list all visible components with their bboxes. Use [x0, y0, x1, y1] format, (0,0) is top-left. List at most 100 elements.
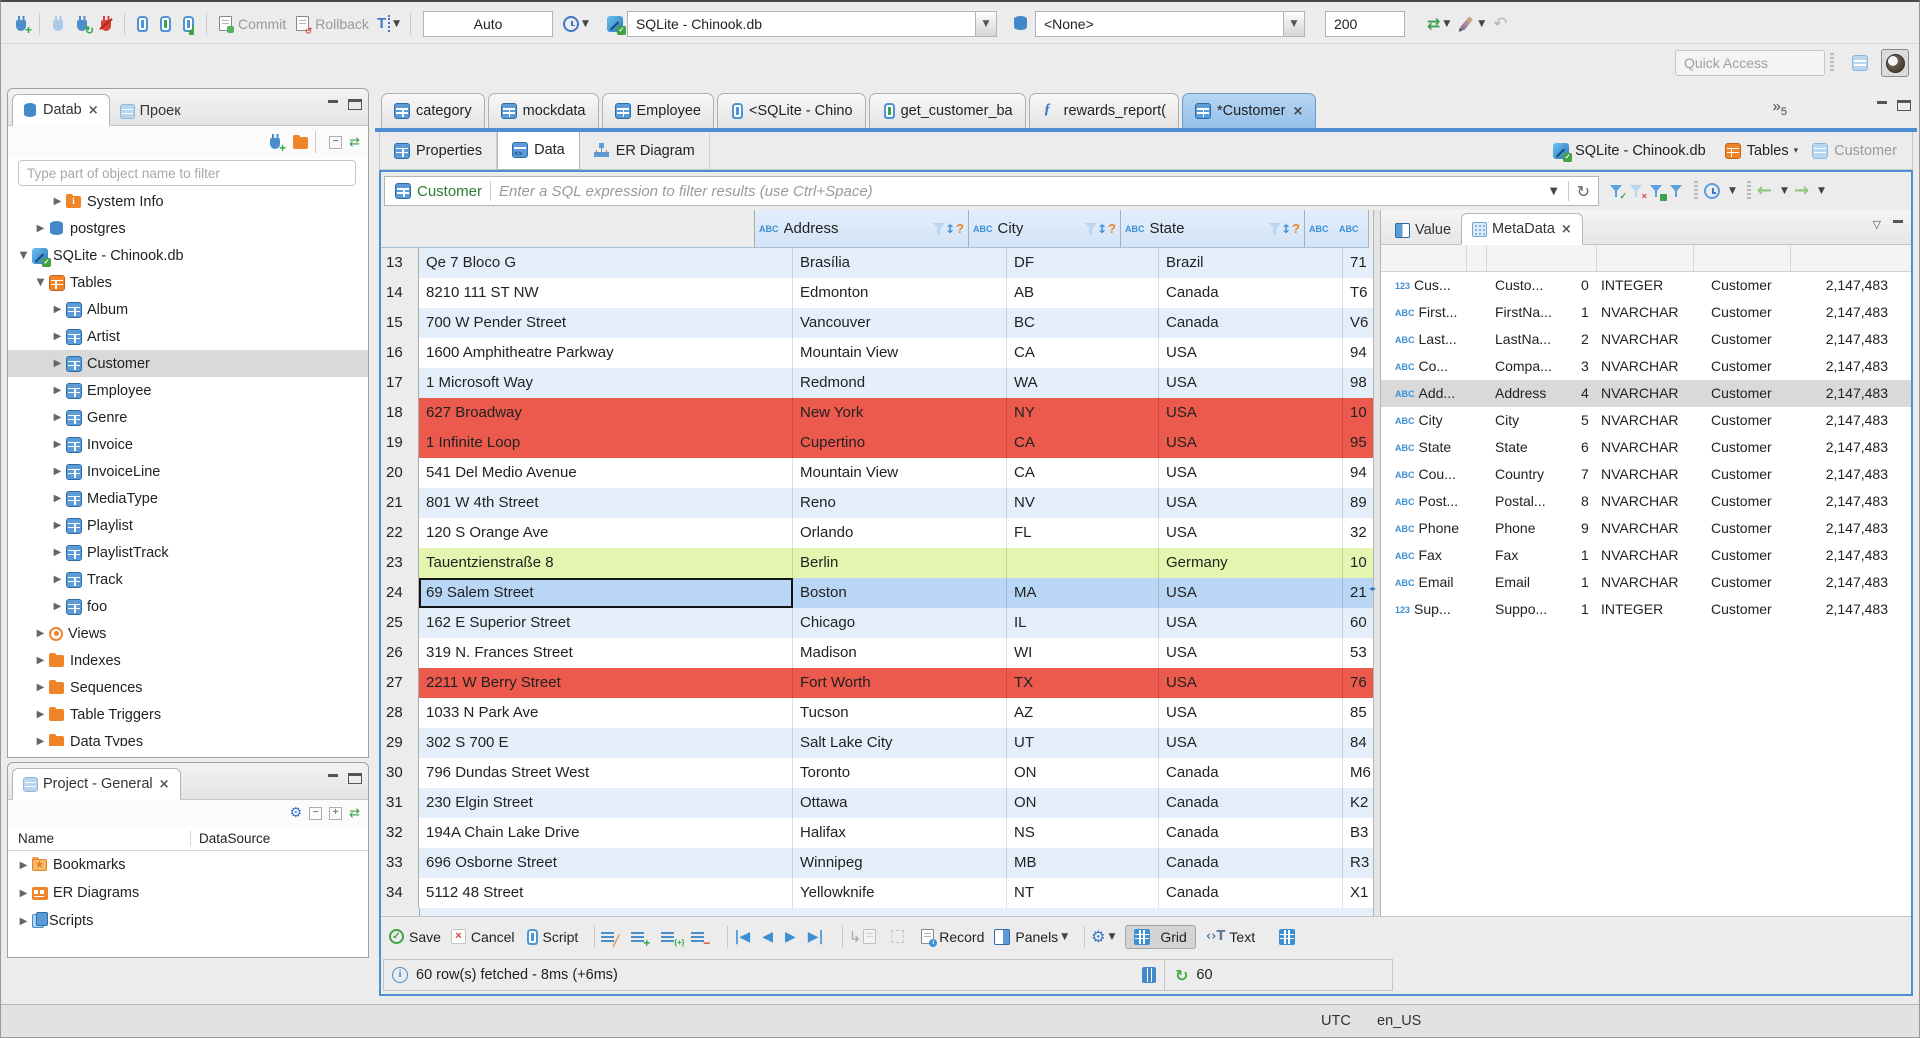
state-cell[interactable]: NT [1007, 878, 1159, 908]
object-filter-input[interactable] [18, 160, 356, 186]
grid-column-header[interactable]: ABC Address ↕? [755, 210, 969, 247]
country-cell[interactable]: USA [1159, 578, 1343, 608]
postal-cell[interactable]: V6 [1343, 308, 1373, 338]
address-cell[interactable]: 230 Elgin Street [419, 788, 793, 818]
row-number-cell[interactable]: 31 [381, 788, 419, 818]
country-cell[interactable]: USA [1159, 338, 1343, 368]
columns-icon[interactable] [1142, 967, 1156, 983]
country-cell[interactable]: USA [1159, 668, 1343, 698]
maximize-icon[interactable] [348, 99, 362, 110]
address-cell[interactable]: 2211 W Berry Street [419, 668, 793, 698]
postal-cell[interactable]: 98 [1343, 368, 1373, 398]
row-number-cell[interactable]: 34 [381, 878, 419, 908]
cancel-button[interactable]: × Cancel [450, 929, 515, 945]
grid-column-header[interactable]: ABC ↕? [1335, 210, 1369, 247]
twisty-icon[interactable]: ▶ [50, 412, 65, 423]
rollback-button[interactable]: Rollback [290, 14, 373, 36]
tree-item[interactable]: ▶ Genre [8, 404, 368, 431]
editor-tab[interactable]: get_customer_ba × [868, 93, 1026, 128]
dbeaver-perspective-button[interactable] [1881, 49, 1909, 77]
fetch-size-input[interactable]: 200 [1324, 10, 1405, 37]
twisty-icon[interactable]: ▶ [50, 574, 65, 585]
postal-cell[interactable]: 95 [1343, 428, 1373, 458]
postal-cell[interactable]: 94 [1343, 458, 1373, 488]
refresh-connection-button[interactable]: ⇄ ▼ [1423, 12, 1454, 35]
dropdown-arrow-icon[interactable]: ▼ [974, 11, 996, 36]
state-cell[interactable]: UT [1007, 728, 1159, 758]
tree-item[interactable]: ▶ Employee [8, 377, 368, 404]
column-filter-sort[interactable]: ↕? [1334, 221, 1335, 236]
link-editor-icon[interactable]: ⇄ [349, 806, 360, 821]
maximize-icon[interactable] [348, 773, 362, 784]
recent-sql-editor-button[interactable] [154, 14, 177, 34]
grid-column-header[interactable]: ABC State ↕? [1121, 210, 1305, 247]
twisty-icon[interactable]: ▶ [33, 682, 48, 693]
postal-cell[interactable]: 32 [1343, 518, 1373, 548]
postal-cell[interactable]: B3 [1343, 818, 1373, 848]
metadata-row[interactable]: ABC Email Email 1 NVARCHAR Customer 2,147… [1381, 569, 1911, 596]
city-cell[interactable]: Madison [793, 638, 1007, 668]
editor-tab[interactable]: mockdata × [487, 93, 599, 128]
twisty-icon[interactable]: ▶ [50, 520, 65, 531]
grid-column-header[interactable]: ABC Country ↕? [1305, 210, 1335, 247]
row-number-cell[interactable]: 28 [381, 698, 419, 728]
country-cell[interactable]: Brazil [1159, 248, 1343, 278]
disconnect-button[interactable] [94, 15, 118, 33]
row-number-cell[interactable]: 27 [381, 668, 419, 698]
twisty-icon[interactable]: ▶ [50, 493, 65, 504]
state-cell[interactable]: NV [1007, 488, 1159, 518]
state-cell[interactable]: AZ [1007, 698, 1159, 728]
next-row-button[interactable]: ▶ [785, 929, 796, 945]
add-row-button[interactable] [631, 929, 651, 948]
country-cell[interactable]: USA [1159, 428, 1343, 458]
close-icon[interactable]: × [1292, 104, 1303, 119]
city-cell[interactable]: Ottawa [793, 788, 1007, 818]
postal-cell[interactable]: 85 [1343, 698, 1373, 728]
row-number-cell[interactable]: 16 [381, 338, 419, 368]
column-filter-sort[interactable]: ↕? [1268, 221, 1300, 236]
timezone-label[interactable]: UTC [1321, 1013, 1351, 1029]
postal-cell[interactable]: 60 [1343, 608, 1373, 638]
address-cell[interactable]: 5112 48 Street [419, 878, 793, 908]
filter-history-arrow-icon[interactable]: ▼ [1550, 186, 1558, 197]
state-cell[interactable]: NS [1007, 818, 1159, 848]
zoom-cell-button[interactable] [891, 930, 909, 943]
country-cell[interactable]: USA [1159, 518, 1343, 548]
expand-all-icon[interactable] [329, 806, 343, 820]
row-number-cell[interactable]: 19 [381, 428, 419, 458]
panels-button[interactable]: Panels ▼ [994, 928, 1068, 945]
twisty-icon[interactable]: ▶ [16, 916, 31, 927]
address-cell[interactable]: 194A Chain Lake Drive [419, 818, 793, 848]
twisty-icon[interactable]: ▶ [50, 304, 65, 315]
city-cell[interactable]: Berlin [793, 548, 1007, 578]
country-cell[interactable]: USA [1159, 368, 1343, 398]
postal-cell[interactable]: 21 [1343, 578, 1373, 608]
schema-selector-combo[interactable]: <None> ▼ [1034, 10, 1305, 37]
address-cell[interactable]: 319 N. Frances Street [419, 638, 793, 668]
city-cell[interactable]: Toronto [793, 758, 1007, 788]
previous-row-button[interactable]: ◀ [762, 929, 773, 945]
edit-cell-button[interactable] [601, 929, 621, 947]
row-number-cell[interactable]: 33 [381, 848, 419, 878]
address-cell[interactable]: 302 S 700 E [419, 728, 793, 758]
view-menu-icon[interactable]: ▽ [1873, 218, 1881, 231]
tree-item[interactable]: ▶ Customer [8, 350, 368, 377]
metadata-column-header[interactable] [1487, 245, 1597, 271]
metadata-row[interactable]: ABC Last... LastNa... 2 NVARCHAR Customer… [1381, 326, 1911, 353]
address-cell[interactable]: 541 Del Medio Avenue [419, 458, 793, 488]
transaction-log-button[interactable]: T ▼ [373, 13, 404, 34]
grid-view-button[interactable]: Grid [1125, 924, 1196, 949]
duplicate-row-button[interactable] [661, 929, 684, 948]
tree-item[interactable]: ▶ PlaylistTrack [8, 539, 368, 566]
undo-button[interactable]: ↶ [1489, 12, 1511, 36]
extra-grid-button[interactable] [1279, 928, 1300, 945]
new-folder-icon[interactable] [293, 135, 309, 151]
postal-cell[interactable]: 53 [1343, 638, 1373, 668]
editor-tab[interactable]: *Customer × [1181, 93, 1317, 128]
tab-value[interactable]: Value [1385, 215, 1461, 245]
postal-cell[interactable]: 10 [1343, 398, 1373, 428]
metadata-row[interactable]: 123 Cus... Custo... 0 INTEGER Customer 2,… [1381, 272, 1911, 299]
address-cell[interactable]: 796 Dundas Street West [419, 758, 793, 788]
transaction-history-button[interactable]: ▼ [559, 14, 593, 34]
address-cell[interactable]: Tauentzienstraße 8 [419, 548, 793, 578]
